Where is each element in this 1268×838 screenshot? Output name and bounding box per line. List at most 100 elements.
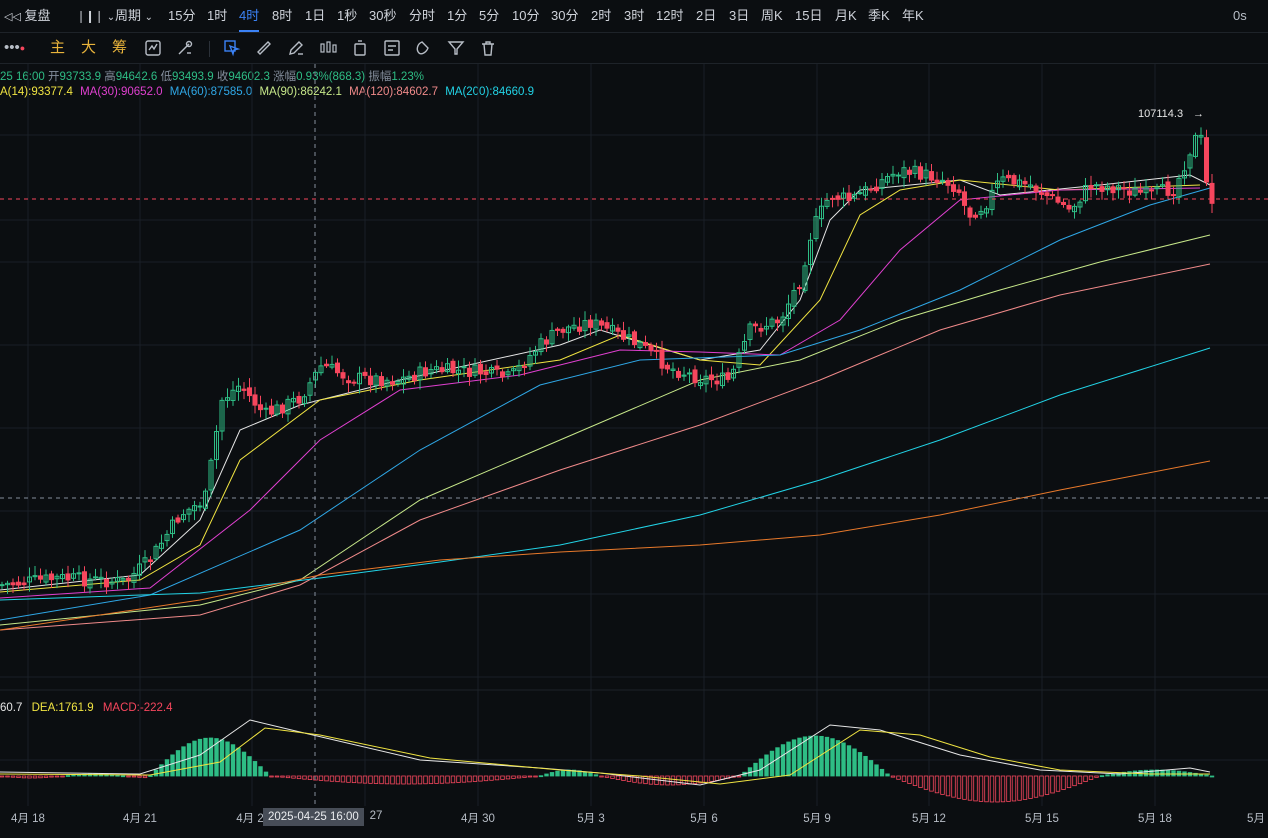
macd-bar xyxy=(879,768,885,777)
candle-body xyxy=(362,371,368,376)
tab-15d[interactable]: 15日 xyxy=(795,0,822,32)
macd-bar xyxy=(32,775,38,779)
candle-icon: ❘❙❘ xyxy=(76,9,104,23)
macd-bar xyxy=(830,738,835,777)
candle-body xyxy=(714,380,720,385)
candle-body xyxy=(709,374,714,381)
tab-3d[interactable]: 3日 xyxy=(729,0,749,32)
macd-bar xyxy=(709,775,714,782)
candle-body xyxy=(324,363,329,367)
macd-bar xyxy=(505,775,511,780)
tab-8h[interactable]: 8时 xyxy=(272,0,292,32)
macd-bar xyxy=(170,754,175,777)
restore-button[interactable]: ◁◁ 复盘 xyxy=(4,0,51,32)
chip-distribution-button[interactable]: 筹 xyxy=(112,33,127,63)
tab-1d[interactable]: 1日 xyxy=(305,0,325,32)
macd-bar xyxy=(357,775,362,784)
macd-bar xyxy=(1165,769,1171,777)
macd-bar xyxy=(197,738,203,777)
tab-2d[interactable]: 2日 xyxy=(696,0,716,32)
macd-bar xyxy=(857,752,863,777)
magnet-icon[interactable] xyxy=(414,38,434,58)
candle-body xyxy=(1050,194,1055,197)
candle-body xyxy=(0,584,5,587)
tab-4h[interactable]: 4时 xyxy=(239,0,260,32)
macd-bar xyxy=(406,775,412,785)
macd-bar xyxy=(901,775,907,782)
candlestick-chart[interactable]: 107114.3 → xyxy=(0,64,1268,806)
candlestick-icon[interactable] xyxy=(318,38,338,58)
note-icon[interactable] xyxy=(382,38,402,58)
macd-bar xyxy=(604,775,610,778)
tab-quarter[interactable]: 季K xyxy=(868,0,890,32)
candle-body xyxy=(1171,194,1176,197)
macd-bar xyxy=(538,775,544,778)
macd-bar xyxy=(527,775,533,778)
candle-body xyxy=(918,166,923,180)
tab-month[interactable]: 月K xyxy=(835,0,857,32)
more-icon[interactable]: •••● xyxy=(4,33,25,63)
macd-bar xyxy=(1028,775,1033,799)
pen-icon[interactable] xyxy=(286,38,306,58)
tab-1m[interactable]: 1分 xyxy=(447,0,467,32)
macd-bar xyxy=(1006,775,1011,802)
macd-bar xyxy=(5,775,10,778)
long-short-icon[interactable] xyxy=(350,38,370,58)
trash-icon[interactable] xyxy=(478,38,498,58)
tab-5m[interactable]: 5分 xyxy=(479,0,499,32)
macd-bar xyxy=(236,747,241,777)
macd-bar xyxy=(1061,775,1066,790)
tab-10m[interactable]: 10分 xyxy=(512,0,539,32)
ma-line xyxy=(0,179,1201,593)
tab-1h[interactable]: 1时 xyxy=(207,0,227,32)
tab-timeshare[interactable]: 分时 xyxy=(409,0,435,32)
main-indicator-button[interactable]: 主 xyxy=(50,33,65,63)
candle-body xyxy=(1127,190,1132,196)
tab-2h[interactable]: 2时 xyxy=(591,0,611,32)
macd-bar xyxy=(703,775,709,783)
macd-bar xyxy=(186,743,192,777)
candle-body xyxy=(126,577,131,581)
candle-body xyxy=(1011,175,1017,185)
macd-bar xyxy=(467,775,472,783)
candle-body xyxy=(1149,189,1154,192)
candle-body xyxy=(247,387,252,397)
candle-body xyxy=(973,214,978,218)
candle-body xyxy=(956,189,962,193)
filter-icon[interactable] xyxy=(446,38,466,58)
tab-1s[interactable]: 1秒 xyxy=(337,0,357,32)
chart-grid xyxy=(0,64,1268,806)
settings-tool-icon[interactable] xyxy=(175,38,195,58)
period-dropdown[interactable]: ❘❙❘ ⌄ xyxy=(76,0,115,32)
candle-body xyxy=(615,327,621,332)
candle-body xyxy=(621,330,626,340)
ruler-icon[interactable] xyxy=(254,38,274,58)
candle-body xyxy=(494,365,500,370)
macd-bar xyxy=(824,736,830,777)
indicator-settings-icon[interactable] xyxy=(143,38,163,58)
candle-body xyxy=(1088,185,1094,189)
candle-body xyxy=(1165,181,1171,196)
tab-30s[interactable]: 30秒 xyxy=(369,0,396,32)
macd-bar xyxy=(786,741,791,777)
candle-body xyxy=(588,319,593,328)
candle-body xyxy=(643,342,648,346)
cursor-tool-icon[interactable] xyxy=(222,38,242,58)
macd-bar xyxy=(49,775,54,778)
tab-year[interactable]: 年K xyxy=(902,0,924,32)
big-order-button[interactable]: 大 xyxy=(81,33,96,63)
candle-body xyxy=(676,370,681,378)
macd-bar xyxy=(962,775,967,800)
macd-bar xyxy=(478,775,483,782)
period-label[interactable]: 周期 ⌄ xyxy=(115,0,153,32)
macd-bar xyxy=(148,775,153,777)
tab-12h[interactable]: 12时 xyxy=(656,0,683,32)
tab-3h[interactable]: 3时 xyxy=(624,0,644,32)
macd-bar xyxy=(230,744,236,777)
candle-body xyxy=(340,372,346,379)
macd-bar xyxy=(71,774,76,777)
tab-15m[interactable]: 15分 xyxy=(168,0,195,32)
tab-week[interactable]: 周K xyxy=(761,0,783,32)
macd-bar xyxy=(896,775,901,780)
tab-30m[interactable]: 30分 xyxy=(551,0,578,32)
